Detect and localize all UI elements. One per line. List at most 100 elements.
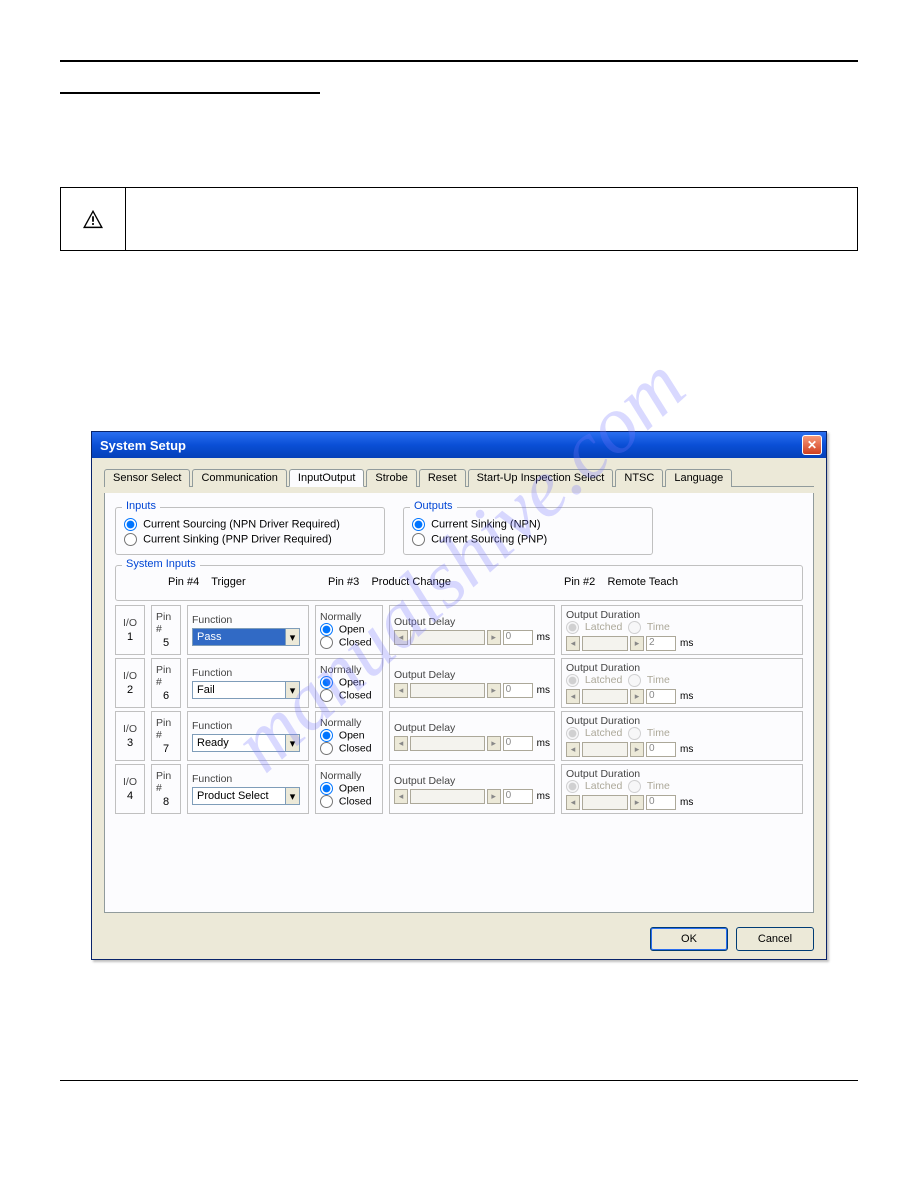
delay-slider[interactable] [410, 630, 485, 645]
function-select[interactable]: Fail▾ [192, 681, 300, 699]
normally-open-radio[interactable]: Open [320, 729, 378, 742]
delay-slider[interactable] [410, 736, 485, 751]
outputs-sinking-radio-input[interactable] [412, 518, 425, 531]
pin2-label: Pin #2 [564, 576, 595, 588]
outputs-group-title: Outputs [410, 500, 457, 512]
section-title-placeholder [60, 80, 320, 94]
close-button[interactable]: ✕ [802, 435, 822, 455]
function-cell: FunctionReady▾ [187, 711, 309, 761]
system-inputs-title: System Inputs [122, 558, 200, 570]
normally-closed-radio[interactable]: Closed [320, 742, 378, 755]
closed-label: Closed [339, 742, 372, 754]
normally-open-radio[interactable]: Open [320, 623, 378, 636]
delay-inc-button[interactable]: ▸ [487, 789, 501, 804]
cancel-button[interactable]: Cancel [736, 927, 814, 951]
duration-time-radio[interactable]: Time [628, 727, 670, 739]
io-rows-container: I/O1Pin #5FunctionPass▾Normally Open Clo… [115, 605, 803, 814]
pin-cell: Pin #8 [151, 764, 181, 814]
dur-slider[interactable] [582, 742, 628, 757]
tab-communication[interactable]: Communication [192, 469, 286, 487]
dur-dec-button[interactable]: ◂ [566, 742, 580, 757]
outputs-sourcing-radio-input[interactable] [412, 533, 425, 546]
dur-dec-button[interactable]: ◂ [566, 795, 580, 810]
duration-time-radio[interactable]: Time [628, 621, 670, 633]
inputs-sourcing-radio[interactable]: Current Sourcing (NPN Driver Required) [124, 518, 376, 531]
delay-value[interactable]: 0 [503, 736, 533, 751]
duration-time-radio[interactable]: Time [628, 674, 670, 686]
dur-inc-button[interactable]: ▸ [630, 689, 644, 704]
function-select[interactable]: Ready ▾ [192, 734, 300, 752]
delay-inc-button[interactable]: ▸ [487, 683, 501, 698]
ms-label: ms [537, 738, 550, 749]
dur-dec-button[interactable]: ◂ [566, 689, 580, 704]
dur-value[interactable]: 0 [646, 742, 676, 757]
duration-latched-radio[interactable]: Latched [566, 780, 622, 792]
io-row: I/O2Pin #6FunctionFail▾Normally Open Clo… [115, 658, 803, 708]
delay-dec-button[interactable]: ◂ [394, 630, 408, 645]
inputs-sourcing-radio-input[interactable] [124, 518, 137, 531]
dur-dec-button[interactable]: ◂ [566, 636, 580, 651]
dur-value[interactable]: 2 [646, 636, 676, 651]
tab-reset[interactable]: Reset [419, 469, 466, 487]
function-select[interactable]: Product Select▾ [192, 787, 300, 805]
dur-slider[interactable] [582, 795, 628, 810]
tab-startup-inspection-select[interactable]: Start-Up Inspection Select [468, 469, 614, 487]
ms-label: ms [680, 797, 693, 808]
output-duration-cell: Output Duration Latched Time◂▸0ms [561, 658, 803, 708]
tab-sensor-select[interactable]: Sensor Select [104, 469, 190, 487]
duration-latched-radio[interactable]: Latched [566, 727, 622, 739]
dur-inc-button[interactable]: ▸ [630, 742, 644, 757]
tab-strobe[interactable]: Strobe [366, 469, 416, 487]
delay-dec-button[interactable]: ◂ [394, 736, 408, 751]
dur-slider[interactable] [582, 636, 628, 651]
dur-inc-button[interactable]: ▸ [630, 636, 644, 651]
tab-strip: Sensor Select Communication InputOutput … [104, 468, 814, 487]
outputs-sourcing-radio[interactable]: Current Sourcing (PNP) [412, 533, 644, 546]
titlebar: System Setup ✕ [92, 432, 826, 458]
normally-closed-radio[interactable]: Closed [320, 795, 378, 808]
dur-slider[interactable] [582, 689, 628, 704]
function-value: Fail [193, 684, 219, 696]
outputs-sinking-label: Current Sinking (NPN) [431, 518, 540, 530]
page-top-rule [60, 60, 858, 62]
tab-ntsc[interactable]: NTSC [615, 469, 663, 487]
dur-inc-button[interactable]: ▸ [630, 795, 644, 810]
delay-dec-button[interactable]: ◂ [394, 683, 408, 698]
duration-time-radio[interactable]: Time [628, 780, 670, 792]
tab-language[interactable]: Language [665, 469, 732, 487]
duration-latched-radio[interactable]: Latched [566, 674, 622, 686]
delay-inc-button[interactable]: ▸ [487, 736, 501, 751]
chevron-down-icon: ▾ [285, 735, 299, 751]
delay-slider[interactable] [410, 789, 485, 804]
delay-value[interactable]: 0 [503, 630, 533, 645]
inputs-sinking-radio[interactable]: Current Sinking (PNP Driver Required) [124, 533, 376, 546]
output-delay-cell: Output Delay◂▸0ms [389, 658, 555, 708]
io-row: I/O4Pin #8FunctionProduct Select▾Normall… [115, 764, 803, 814]
dur-value[interactable]: 0 [646, 689, 676, 704]
dur-value[interactable]: 0 [646, 795, 676, 810]
delay-slider[interactable] [410, 683, 485, 698]
function-value: Pass [193, 631, 225, 643]
delay-inc-button[interactable]: ▸ [487, 630, 501, 645]
function-cell: FunctionFail▾ [187, 658, 309, 708]
function-cell: FunctionProduct Select▾ [187, 764, 309, 814]
ok-button[interactable]: OK [650, 927, 728, 951]
outputs-sinking-radio[interactable]: Current Sinking (NPN) [412, 518, 644, 531]
delay-value[interactable]: 0 [503, 789, 533, 804]
ms-label: ms [537, 791, 550, 802]
delay-dec-button[interactable]: ◂ [394, 789, 408, 804]
function-value: Ready [193, 737, 233, 749]
inputs-sinking-radio-input[interactable] [124, 533, 137, 546]
normally-open-radio[interactable]: Open [320, 782, 378, 795]
closed-label: Closed [339, 795, 372, 807]
delay-value[interactable]: 0 [503, 683, 533, 698]
normally-closed-radio[interactable]: Closed [320, 636, 378, 649]
outputs-sourcing-label: Current Sourcing (PNP) [431, 533, 547, 545]
normally-closed-radio[interactable]: Closed [320, 689, 378, 702]
outputs-group: Outputs Current Sinking (NPN) Current So… [403, 507, 653, 555]
closed-label: Closed [339, 636, 372, 648]
function-select[interactable]: Pass▾ [192, 628, 300, 646]
tab-input-output[interactable]: InputOutput [289, 469, 365, 487]
duration-latched-radio[interactable]: Latched [566, 621, 622, 633]
normally-open-radio[interactable]: Open [320, 676, 378, 689]
